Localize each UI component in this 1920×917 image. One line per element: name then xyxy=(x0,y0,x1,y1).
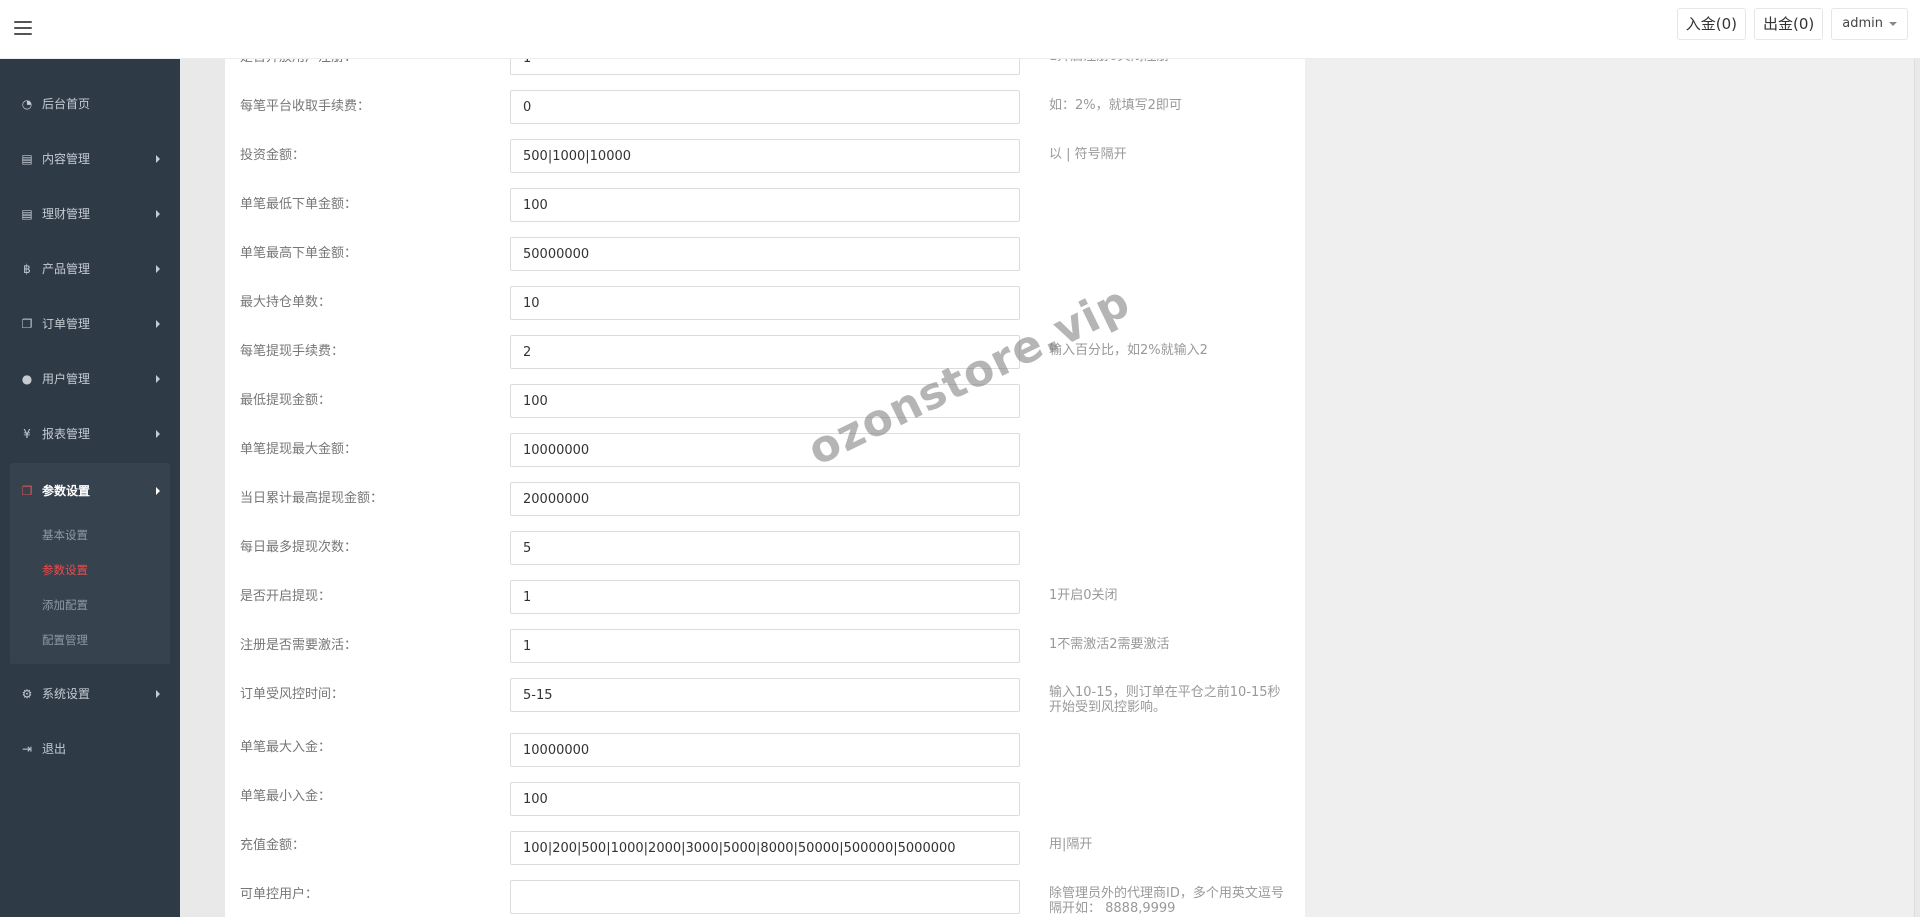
field-hint: 1不需激活2需要激活 xyxy=(1049,637,1170,652)
sidebar-item-label: 订单管理 xyxy=(42,317,91,331)
menu-toggle-icon[interactable] xyxy=(14,21,32,37)
field-hint: 输入10-15，则订单在平仓之前10-15秒开始受到风控影响。 xyxy=(1049,685,1281,715)
register-activation-input[interactable] xyxy=(510,629,1020,663)
sidebar-item-label: 用户管理 xyxy=(42,372,91,386)
chevron-right-icon xyxy=(156,264,160,273)
sidebar-group-params: ❐ 参数设置 基本设置 参数设置 添加配置 配置管理 xyxy=(10,463,170,664)
field-label: 单笔提现最大金额： xyxy=(240,442,358,457)
sidebar-item-products[interactable]: ฿ 产品管理 xyxy=(0,241,180,296)
sidebar-item-label: 报表管理 xyxy=(42,427,91,441)
field-label: 每笔提现手续费： xyxy=(240,344,345,359)
yen-icon: ¥ xyxy=(23,426,31,441)
sidebar-item-finance[interactable]: ▤ 理财管理 xyxy=(0,186,180,241)
deposit-button[interactable]: 入金(0) xyxy=(1676,8,1747,40)
user-menu-button[interactable]: admin xyxy=(1831,8,1908,40)
min-order-input[interactable] xyxy=(510,188,1020,222)
field-hint: 如：2%，就填写2即可 xyxy=(1049,98,1182,113)
field-label: 注册是否需要激活： xyxy=(240,638,358,653)
sidebar-subitem-add-config[interactable]: 添加配置 xyxy=(10,588,170,623)
top-actions: 入金(0) 出金(0) admin xyxy=(1676,8,1908,40)
min-withdraw-input[interactable] xyxy=(510,384,1020,418)
field-hint: 输入百分比，如2%就输入2 xyxy=(1049,343,1208,358)
top-bar: 入金(0) 出金(0) admin xyxy=(0,0,1920,59)
field-label: 当日累计最高提现金额： xyxy=(240,491,384,506)
sidebar-subitem-config-manage[interactable]: 配置管理 xyxy=(10,623,170,658)
sidebar-item-content[interactable]: ▤ 内容管理 xyxy=(0,131,180,186)
sidebar-item-reports[interactable]: ¥ 报表管理 xyxy=(0,406,180,461)
max-positions-input[interactable] xyxy=(510,286,1020,320)
field-label: 单笔最高下单金额： xyxy=(240,246,358,261)
chevron-right-icon xyxy=(156,689,160,698)
sidebar-item-params[interactable]: ❐ 参数设置 xyxy=(10,463,170,518)
field-label: 是否开启提现： xyxy=(240,589,332,604)
book-icon: ▤ xyxy=(21,206,33,221)
files-icon: ❐ xyxy=(21,316,33,331)
chevron-right-icon xyxy=(156,319,160,328)
sidebar-item-label: 系统设置 xyxy=(42,687,91,701)
withdraw-button[interactable]: 出金(0) xyxy=(1754,8,1824,40)
field-hint: 用|隔开 xyxy=(1049,837,1093,852)
gears-icon: ⚙ xyxy=(21,686,33,701)
sidebar-item-users[interactable]: ● 用户管理 xyxy=(0,351,180,406)
field-label: 每日最多提现次数： xyxy=(240,540,358,555)
sidebar-item-orders[interactable]: ❐ 订单管理 xyxy=(0,296,180,351)
chevron-right-icon xyxy=(156,154,160,163)
sidebar-item-system[interactable]: ⚙ 系统设置 xyxy=(0,666,180,721)
files-icon: ❐ xyxy=(21,483,33,498)
investment-amount-input[interactable] xyxy=(510,139,1020,173)
user-icon: ● xyxy=(21,371,33,386)
field-hint: 以 | 符号隔开 xyxy=(1049,147,1127,162)
sidebar-item-label: 内容管理 xyxy=(42,152,91,166)
single-control-users-input[interactable] xyxy=(510,880,1020,914)
right-blank-area xyxy=(1305,59,1915,917)
field-label: 可单控用户： xyxy=(240,887,319,902)
risk-control-time-input[interactable] xyxy=(510,678,1020,712)
daily-withdraw-count-input[interactable] xyxy=(510,531,1020,565)
sidebar-item-label: 产品管理 xyxy=(42,262,91,276)
withdraw-fee-input[interactable] xyxy=(510,335,1020,369)
sidebar-item-logout[interactable]: ⇥ 退出 xyxy=(0,721,180,776)
settings-form-panel: 是否开放用户注册： 1开启注册0关闭注册 每笔平台收取手续费： 如：2%，就填写… xyxy=(225,41,1305,917)
field-label: 最大持仓单数： xyxy=(240,295,332,310)
recharge-amount-input[interactable] xyxy=(510,831,1020,865)
field-label: 每笔平台收取手续费： xyxy=(240,99,371,114)
max-order-input[interactable] xyxy=(510,237,1020,271)
sidebar-subitem-basic[interactable]: 基本设置 xyxy=(10,518,170,553)
dashboard-icon: ◔ xyxy=(21,96,33,111)
chevron-right-icon xyxy=(156,429,160,438)
user-name: admin xyxy=(1842,16,1883,31)
field-hint: 除管理员外的代理商ID，多个用英文逗号隔开如： 8888,9999 xyxy=(1049,886,1284,916)
sidebar-item-label: 参数设置 xyxy=(42,484,91,498)
field-label: 单笔最小入金： xyxy=(240,789,332,804)
sidebar-item-label: 退出 xyxy=(42,742,67,756)
chevron-right-icon xyxy=(156,209,160,218)
daily-max-withdraw-input[interactable] xyxy=(510,482,1020,516)
sidebar: ◔ 后台首页 ▤ 内容管理 ▤ 理财管理 ฿ 产品管理 ❐ 订单管理 ● 用户管… xyxy=(0,59,180,917)
withdraw-enabled-input[interactable] xyxy=(510,580,1020,614)
sidebar-item-label: 后台首页 xyxy=(42,97,91,111)
chevron-down-icon xyxy=(1889,21,1897,26)
field-label: 充值金额： xyxy=(240,838,306,853)
sign-out-icon: ⇥ xyxy=(21,741,33,756)
field-label: 单笔最低下单金额： xyxy=(240,197,358,212)
sidebar-subitem-params[interactable]: 参数设置 xyxy=(10,553,170,588)
field-hint: 1开启0关闭 xyxy=(1049,588,1118,603)
platform-fee-input[interactable] xyxy=(510,90,1020,124)
min-deposit-input[interactable] xyxy=(510,782,1020,816)
max-deposit-input[interactable] xyxy=(510,733,1020,767)
field-label: 投资金额： xyxy=(240,148,306,163)
chevron-right-icon xyxy=(156,486,160,495)
sidebar-item-dashboard[interactable]: ◔ 后台首页 xyxy=(0,76,180,131)
sidebar-item-label: 理财管理 xyxy=(42,207,91,221)
book-icon: ▤ xyxy=(21,151,33,166)
bitcoin-icon: ฿ xyxy=(23,261,31,276)
field-label: 最低提现金额： xyxy=(240,393,332,408)
max-withdraw-input[interactable] xyxy=(510,433,1020,467)
field-label: 订单受风控时间： xyxy=(240,687,345,702)
field-label: 单笔最大入金： xyxy=(240,740,332,755)
chevron-right-icon xyxy=(156,374,160,383)
